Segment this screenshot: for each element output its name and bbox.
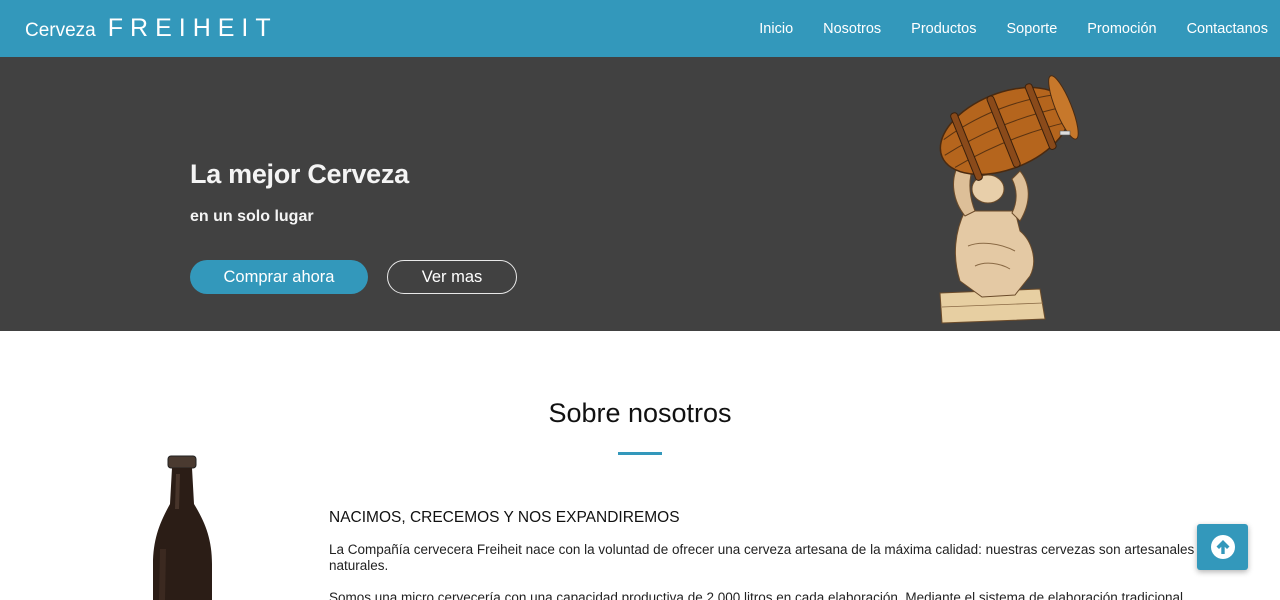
beer-bottle-image bbox=[153, 455, 212, 600]
scroll-to-top-button[interactable] bbox=[1197, 524, 1248, 570]
nav-item-soporte[interactable]: Soporte bbox=[991, 21, 1072, 37]
atlas-barrel-illustration bbox=[939, 75, 1079, 324]
hero-subtitle: en un solo lugar bbox=[190, 208, 314, 225]
nav-item-promocion[interactable]: Promoción bbox=[1072, 21, 1171, 37]
see-more-button[interactable]: Ver mas bbox=[387, 260, 517, 294]
about-paragraph-2: Somos una micro cervecería con una capac… bbox=[329, 590, 1184, 600]
about-section-title: Sobre nosotros bbox=[548, 398, 732, 428]
arrow-up-circle-icon bbox=[1210, 535, 1235, 559]
main-nav: Inicio Nosotros Productos Soporte Promoc… bbox=[744, 21, 1268, 37]
about-paragraph-1: La Compañía cervecera Freiheit nace con … bbox=[329, 542, 1205, 573]
brand-name: FREIHEIT bbox=[107, 14, 278, 42]
hero-title: La mejor Cerveza bbox=[190, 159, 409, 189]
brand-logo[interactable]: Cerveza FREIHEIT bbox=[25, 14, 278, 43]
buy-now-button[interactable]: Comprar ahora bbox=[190, 260, 368, 294]
nav-item-productos[interactable]: Productos bbox=[896, 21, 991, 37]
nav-item-inicio[interactable]: Inicio bbox=[744, 21, 808, 37]
brand-prefix: Cerveza bbox=[25, 20, 96, 41]
nav-item-nosotros[interactable]: Nosotros bbox=[808, 21, 896, 37]
title-underline bbox=[618, 452, 662, 455]
hero-banner: La mejor Cerveza en un solo lugar Compra… bbox=[0, 57, 1280, 331]
about-heading: NACIMOS, CRECEMOS Y NOS EXPANDIREMOS bbox=[329, 509, 680, 526]
nav-item-contactanos[interactable]: Contactanos bbox=[1172, 21, 1268, 37]
navbar: Cerveza FREIHEIT Inicio Nosotros Product… bbox=[0, 0, 1280, 57]
